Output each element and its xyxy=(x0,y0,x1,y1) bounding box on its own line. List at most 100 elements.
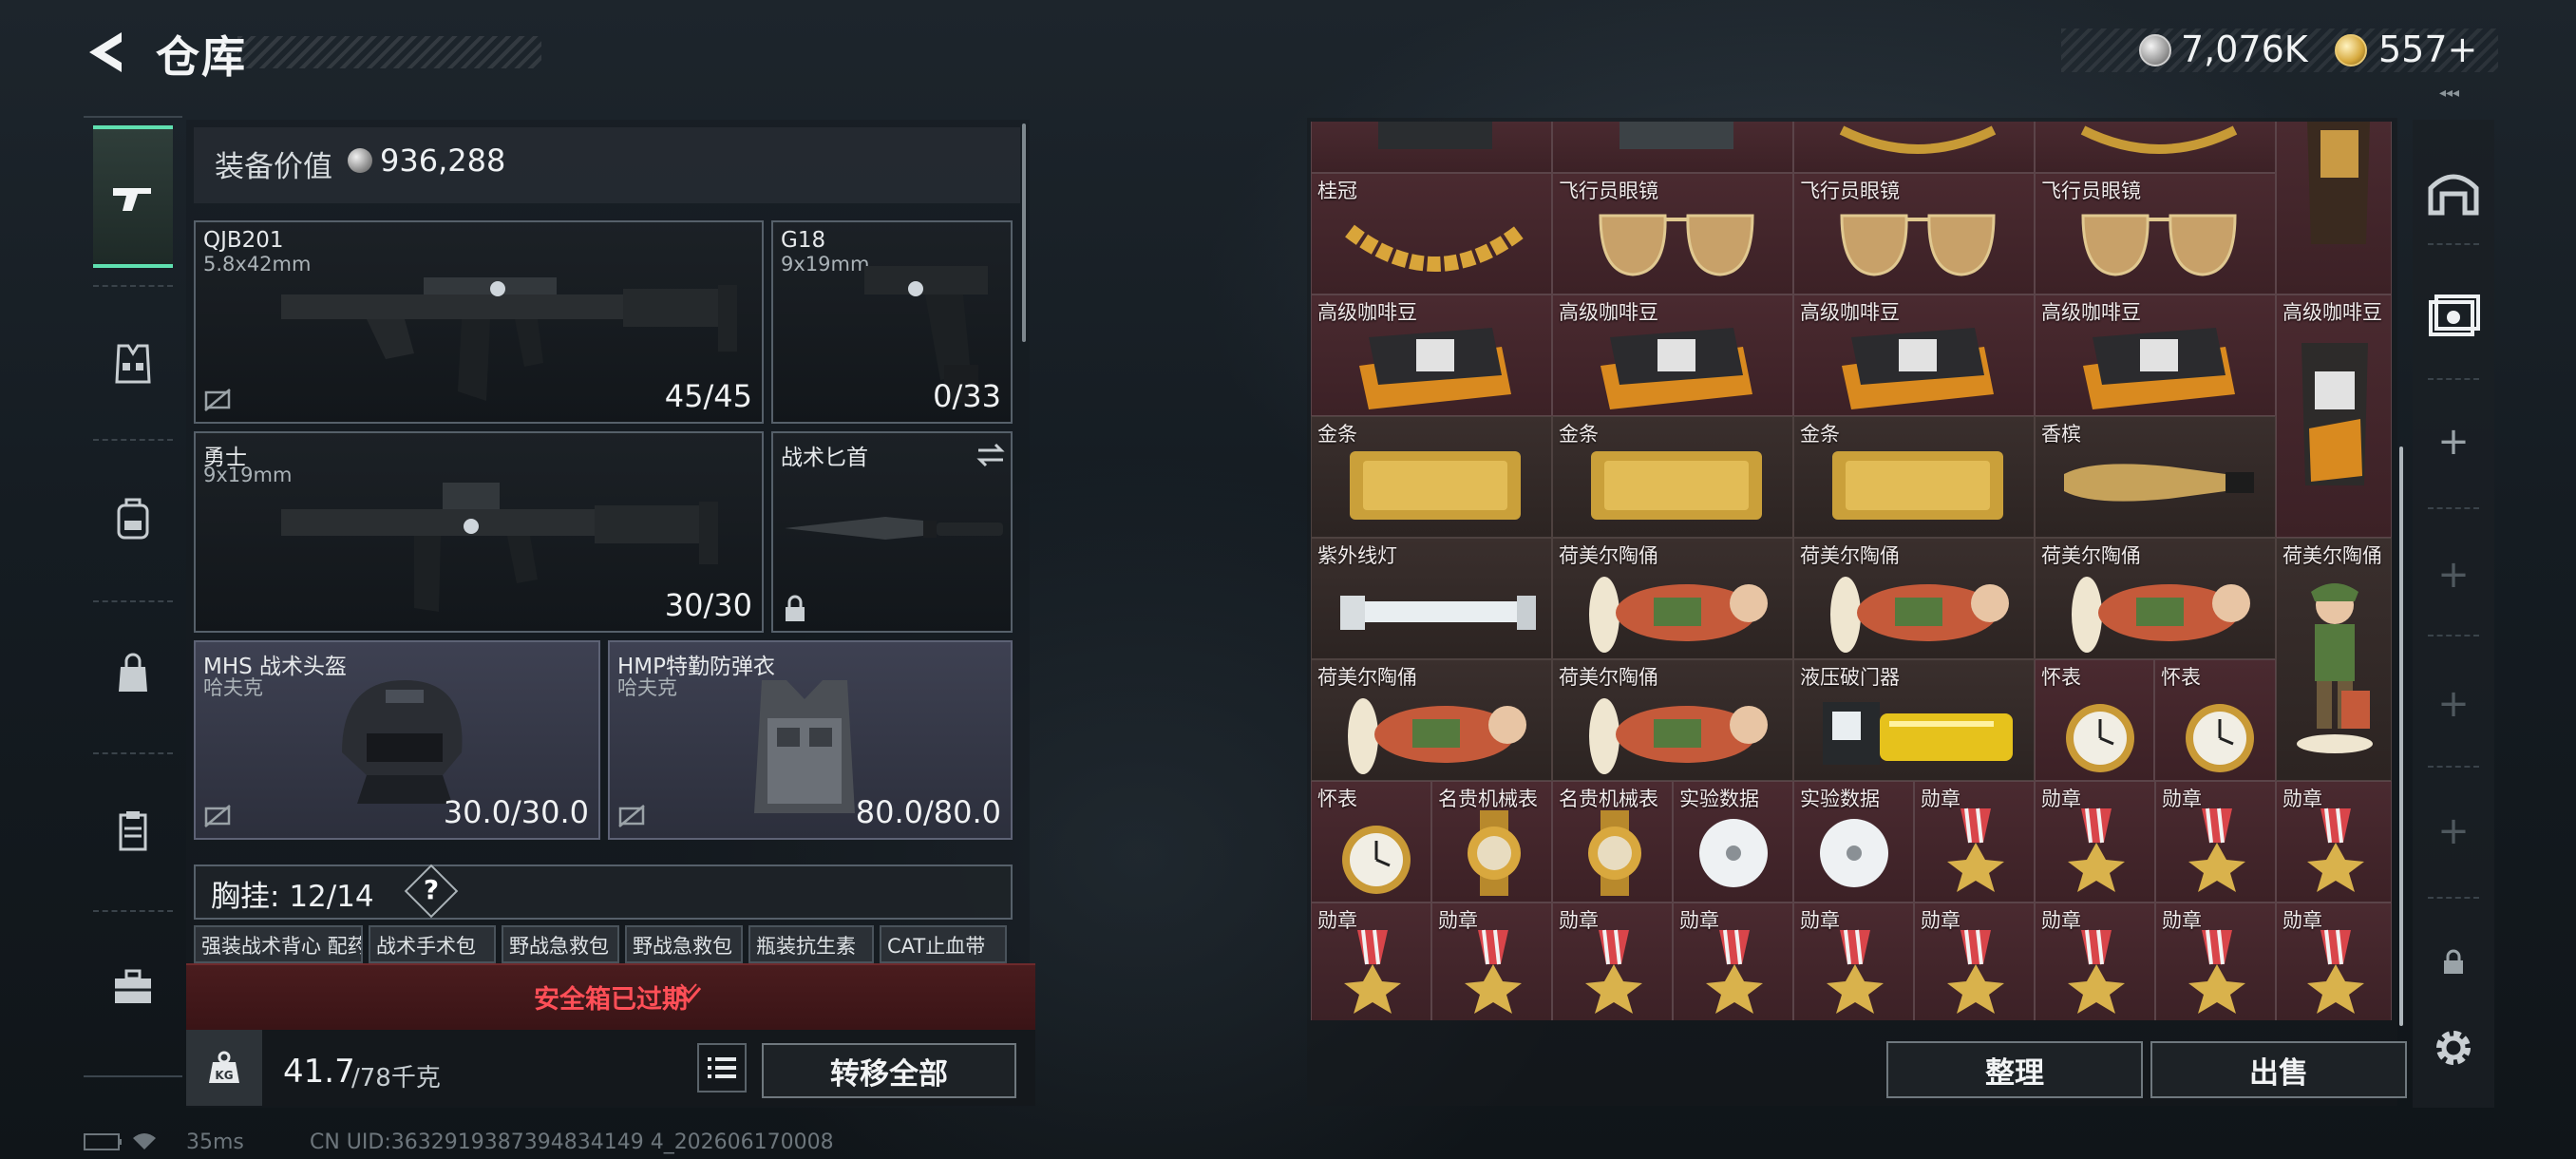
stash-cell[interactable] xyxy=(1311,122,1552,173)
stash-tab-home[interactable] xyxy=(2413,152,2494,228)
sidebar-tab-rig[interactable] xyxy=(93,760,173,902)
pouch-item[interactable]: 强装战术背心 配药包 xyxy=(194,925,363,963)
stash-tab-add-3[interactable]: + xyxy=(2413,671,2494,737)
stash-cell[interactable]: 金条 xyxy=(1311,416,1552,538)
stash-cell[interactable]: 荷美尔陶俑 xyxy=(2035,538,2276,659)
help-icon[interactable]: ? xyxy=(412,874,450,905)
stash-cell[interactable]: 高级咖啡豆 xyxy=(1552,294,1793,416)
stash-cell[interactable]: 勋章 xyxy=(1914,902,2035,1020)
stash-cell[interactable]: 名贵机械表 xyxy=(1552,781,1673,902)
stash-cell[interactable] xyxy=(1552,122,1793,173)
stash-cell[interactable]: 怀表 xyxy=(2154,659,2276,781)
pouch-item[interactable]: 野战急救包 xyxy=(625,925,743,963)
secondary-weapon-slot[interactable]: 勇士 9x19mm 30/30 xyxy=(194,431,764,633)
armor-slot[interactable]: HMP特勤防弹衣 哈夫克 80.0/80.0 xyxy=(608,640,1013,840)
stash-tab-add-4[interactable]: + xyxy=(2413,798,2494,864)
stash-tab-valuables[interactable] xyxy=(2413,279,2494,355)
helmet-slot[interactable]: MHS 战术头盔 哈夫克 30.0/30.0 xyxy=(194,640,600,840)
stash-cell[interactable]: 勋章 xyxy=(1431,902,1552,1020)
stash-cell[interactable]: 高级咖啡豆 xyxy=(1793,294,2035,416)
stash-cell[interactable] xyxy=(1793,122,2035,173)
loadout-scrollbar[interactable] xyxy=(1022,124,1026,342)
pouch-item[interactable]: 野战急救包 xyxy=(502,925,619,963)
stash-cell[interactable]: 高级咖啡豆 xyxy=(2035,294,2276,416)
stash-cell[interactable]: 金条 xyxy=(1552,416,1793,538)
stash-cell[interactable]: 勋章 xyxy=(2276,781,2392,902)
helmet-brand: 哈夫克 xyxy=(203,676,263,699)
stash-cell[interactable]: 荷美尔陶俑 xyxy=(1552,538,1793,659)
vest-icon xyxy=(115,344,151,384)
stash-cell[interactable]: 金条 xyxy=(1793,416,2035,538)
silver-coin-icon xyxy=(2139,34,2171,66)
armor-durability: 80.0/80.0 xyxy=(855,794,1001,830)
list-view-button[interactable] xyxy=(697,1043,747,1092)
sidebar-tab-vest[interactable] xyxy=(93,293,173,435)
stash-cell[interactable]: 勋章 xyxy=(1793,902,1914,1020)
primary-weapon-slot[interactable]: QJB201 5.8x42mm 45/45 xyxy=(194,220,764,424)
pouch-item[interactable]: 战术手术包 xyxy=(369,925,496,963)
stash-cell[interactable]: 名贵机械表 xyxy=(1431,781,1552,902)
stash-cell[interactable]: 荷美尔陶俑 xyxy=(1793,538,2035,659)
medal-image xyxy=(2068,808,2125,892)
stash-grid[interactable]: 桂冠 飞行员眼镜 飞行员眼镜 飞行员眼镜 高级咖啡豆 高级咖啡豆 高级咖啡豆 高… xyxy=(1311,122,2392,1020)
sidebar-tab-safebox[interactable] xyxy=(93,916,173,1058)
stash-cell[interactable]: 高级咖啡豆 xyxy=(2276,294,2392,538)
stash-cell[interactable]: 桂冠 xyxy=(1311,173,1552,294)
gold-balance[interactable]: 557+ xyxy=(2378,28,2477,70)
stash-cell[interactable]: 勋章 xyxy=(1311,902,1431,1020)
stash-scrollbar[interactable] xyxy=(2399,446,2403,1026)
stash-cell[interactable]: 怀表 xyxy=(2035,659,2154,781)
item-name: 荷美尔陶俑 xyxy=(1559,544,1658,567)
stash-tab-add-2[interactable]: + xyxy=(2413,542,2494,608)
back-icon[interactable] xyxy=(80,27,127,78)
stash-cell[interactable]: 实验数据 xyxy=(1793,781,1914,902)
chevron-down-icon[interactable] xyxy=(674,982,703,1007)
stash-cell[interactable]: 高级咖啡豆 xyxy=(1311,294,1552,416)
pouch-item[interactable]: 瓶装抗生素 xyxy=(748,925,874,963)
stash-cell[interactable]: 勋章 xyxy=(2035,902,2155,1020)
stash-cell[interactable] xyxy=(2276,122,2392,294)
settings-button[interactable] xyxy=(2413,1015,2494,1081)
stash-cell[interactable]: 紫外线灯 xyxy=(1311,538,1552,659)
medal-image xyxy=(1827,929,1884,1014)
stash-cell[interactable]: 荷美尔陶俑 xyxy=(1552,659,1793,781)
carry-weight-max: /78千克 xyxy=(351,1064,441,1092)
plus-icon: + xyxy=(2437,553,2470,597)
sort-button[interactable]: 整理 xyxy=(1886,1041,2143,1098)
stash-cell[interactable]: 勋章 xyxy=(2155,781,2276,902)
equipment-value: 936,288 xyxy=(380,142,506,179)
stash-cell[interactable]: 香槟 xyxy=(2035,416,2276,538)
stash-cell[interactable]: 飞行员眼镜 xyxy=(2035,173,2276,294)
stash-cell[interactable]: 怀表 xyxy=(1311,781,1431,902)
stash-tab-locked[interactable] xyxy=(2413,939,2494,986)
stash-cell[interactable]: 液压破门器 xyxy=(1793,659,2035,781)
stash-cell[interactable]: 飞行员眼镜 xyxy=(1552,173,1793,294)
stash-cell[interactable]: 荷美尔陶俑 xyxy=(1311,659,1552,781)
stash-cell[interactable]: 勋章 xyxy=(2035,781,2155,902)
stash-cell[interactable]: 飞行员眼镜 xyxy=(1793,173,2035,294)
medal-image xyxy=(1706,929,1763,1014)
sidebar-tab-bag[interactable] xyxy=(93,602,173,745)
sidearm-slot[interactable]: G18 9x19mm 0/33 xyxy=(771,220,1013,424)
stash-tab-add-1[interactable]: + xyxy=(2413,408,2494,475)
swap-icon[interactable] xyxy=(975,441,1007,469)
sidebar-tab-backpack[interactable] xyxy=(93,448,173,591)
stash-cell[interactable]: 实验数据 xyxy=(1673,781,1793,902)
plus-icon: + xyxy=(2437,420,2470,464)
pouch-item[interactable]: CAT止血带 xyxy=(880,925,1007,963)
stash-cell[interactable] xyxy=(2035,122,2276,173)
stash-cell[interactable]: 勋章 xyxy=(1552,902,1673,1020)
transfer-all-button[interactable]: 转移全部 xyxy=(762,1043,1016,1098)
sell-button[interactable]: 出售 xyxy=(2150,1041,2407,1098)
stash-cell[interactable]: 勋章 xyxy=(2276,902,2392,1020)
melee-slot[interactable]: 战术匕首 xyxy=(771,431,1013,633)
stash-cell[interactable]: 勋章 xyxy=(2155,902,2276,1020)
stash-cell[interactable]: 荷美尔陶俑 xyxy=(2276,538,2392,781)
stash-cell[interactable]: 勋章 xyxy=(1673,902,1793,1020)
gold-bar-image xyxy=(1832,451,2003,520)
stash-cell[interactable]: 勋章 xyxy=(1914,781,2035,902)
vest-image xyxy=(754,680,855,813)
sidebar-tab-weapons[interactable] xyxy=(93,125,173,268)
medal-image xyxy=(1947,929,2004,1014)
figurine-standing-image xyxy=(2297,583,2373,753)
